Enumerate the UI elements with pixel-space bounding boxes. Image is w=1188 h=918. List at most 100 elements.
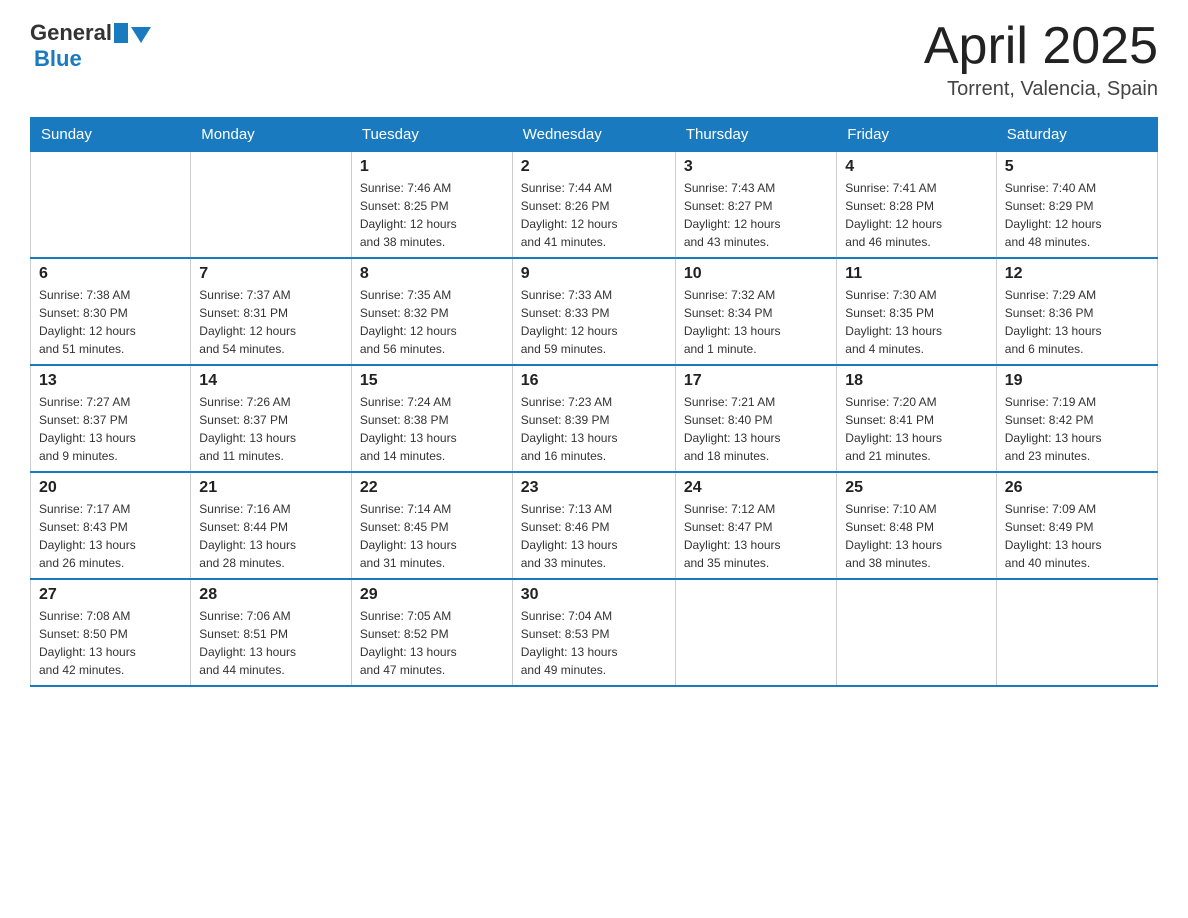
calendar-cell: 23 Sunrise: 7:13 AM Sunset: 8:46 PM Dayli… [512,472,675,579]
day-info: Sunrise: 7:40 AM Sunset: 8:29 PM Dayligh… [1005,179,1149,251]
day-number: 24 [684,479,828,497]
day-info: Sunrise: 7:08 AM Sunset: 8:50 PM Dayligh… [39,607,182,679]
day-number: 10 [684,265,828,283]
day-number: 12 [1005,265,1149,283]
calendar-cell [675,579,836,686]
calendar-cell: 27 Sunrise: 7:08 AM Sunset: 8:50 PM Dayli… [31,579,191,686]
day-number: 26 [1005,479,1149,497]
day-info: Sunrise: 7:44 AM Sunset: 8:26 PM Dayligh… [521,179,667,251]
day-info: Sunrise: 7:19 AM Sunset: 8:42 PM Dayligh… [1005,393,1149,465]
calendar-body: 1Sunrise: 7:46 AM Sunset: 8:25 PM Daylig… [31,152,1158,687]
calendar-cell: 14Sunrise: 7:26 AM Sunset: 8:37 PM Dayli… [191,365,352,472]
calendar-cell: 2 Sunrise: 7:44 AM Sunset: 8:26 PM Daylig… [512,152,675,259]
day-number: 18 [845,372,987,390]
day-number: 9 [521,265,667,283]
weekday-header-sunday: Sunday [31,118,191,152]
weekday-header-row: SundayMondayTuesdayWednesdayThursdayFrid… [31,118,1158,152]
day-info: Sunrise: 7:23 AM Sunset: 8:39 PM Dayligh… [521,393,667,465]
day-number: 28 [199,586,343,604]
day-number: 21 [199,479,343,497]
weekday-header-thursday: Thursday [675,118,836,152]
calendar-cell: 9 Sunrise: 7:33 AM Sunset: 8:33 PM Daylig… [512,258,675,365]
calendar-cell [837,579,996,686]
day-info: Sunrise: 7:21 AM Sunset: 8:40 PM Dayligh… [684,393,828,465]
day-number: 6 [39,265,182,283]
day-info: Sunrise: 7:41 AM Sunset: 8:28 PM Dayligh… [845,179,987,251]
calendar-table: SundayMondayTuesdayWednesdayThursdayFrid… [30,117,1158,687]
weekday-header-tuesday: Tuesday [351,118,512,152]
calendar-cell: 20 Sunrise: 7:17 AM Sunset: 8:43 PM Dayli… [31,472,191,579]
day-number: 19 [1005,372,1149,390]
day-number: 8 [360,265,504,283]
calendar-week-4: 20 Sunrise: 7:17 AM Sunset: 8:43 PM Dayli… [31,472,1158,579]
day-info: Sunrise: 7:30 AM Sunset: 8:35 PM Dayligh… [845,286,987,358]
day-number: 2 [521,158,667,176]
day-number: 5 [1005,158,1149,176]
calendar-cell: 11 Sunrise: 7:30 AM Sunset: 8:35 PM Dayli… [837,258,996,365]
day-number: 7 [199,265,343,283]
calendar-cell: 13 Sunrise: 7:27 AM Sunset: 8:37 PM Dayli… [31,365,191,472]
day-info: Sunrise: 7:32 AM Sunset: 8:34 PM Dayligh… [684,286,828,358]
calendar-cell: 24 Sunrise: 7:12 AM Sunset: 8:47 PM Dayli… [675,472,836,579]
logo-general-text: General [30,20,112,46]
day-info: Sunrise: 7:20 AM Sunset: 8:41 PM Dayligh… [845,393,987,465]
location-label: Torrent, Valencia, Spain [924,78,1158,101]
calendar-week-1: 1Sunrise: 7:46 AM Sunset: 8:25 PM Daylig… [31,152,1158,259]
calendar-cell [996,579,1157,686]
day-info: Sunrise: 7:12 AM Sunset: 8:47 PM Dayligh… [684,500,828,572]
calendar-cell: 17 Sunrise: 7:21 AM Sunset: 8:40 PM Dayli… [675,365,836,472]
logo: General Blue [30,20,151,72]
calendar-cell: 16 Sunrise: 7:23 AM Sunset: 8:39 PM Dayli… [512,365,675,472]
weekday-header-wednesday: Wednesday [512,118,675,152]
month-title: April 2025 [924,20,1158,72]
title-block: April 2025 Torrent, Valencia, Spain [924,20,1158,101]
day-number: 4 [845,158,987,176]
calendar-cell: 22 Sunrise: 7:14 AM Sunset: 8:45 PM Dayli… [351,472,512,579]
day-info: Sunrise: 7:35 AM Sunset: 8:32 PM Dayligh… [360,286,504,358]
weekday-header-monday: Monday [191,118,352,152]
calendar-cell: 26 Sunrise: 7:09 AM Sunset: 8:49 PM Dayli… [996,472,1157,579]
day-info: Sunrise: 7:24 AM Sunset: 8:38 PM Dayligh… [360,393,504,465]
day-info: Sunrise: 7:13 AM Sunset: 8:46 PM Dayligh… [521,500,667,572]
calendar-cell: 8 Sunrise: 7:35 AM Sunset: 8:32 PM Daylig… [351,258,512,365]
calendar-cell: 18 Sunrise: 7:20 AM Sunset: 8:41 PM Dayli… [837,365,996,472]
day-info: Sunrise: 7:16 AM Sunset: 8:44 PM Dayligh… [199,500,343,572]
page-header: General Blue April 2025 Torrent, Valenci… [30,20,1158,101]
day-info: Sunrise: 7:27 AM Sunset: 8:37 PM Dayligh… [39,393,182,465]
calendar-cell: 5 Sunrise: 7:40 AM Sunset: 8:29 PM Daylig… [996,152,1157,259]
day-number: 11 [845,265,987,283]
day-info: Sunrise: 7:37 AM Sunset: 8:31 PM Dayligh… [199,286,343,358]
day-info: Sunrise: 7:38 AM Sunset: 8:30 PM Dayligh… [39,286,182,358]
calendar-week-3: 13 Sunrise: 7:27 AM Sunset: 8:37 PM Dayli… [31,365,1158,472]
day-number: 29 [360,586,504,604]
day-number: 20 [39,479,182,497]
calendar-cell [31,152,191,259]
day-number: 15 [360,372,504,390]
day-number: 16 [521,372,667,390]
day-number: 27 [39,586,182,604]
day-info: Sunrise: 7:29 AM Sunset: 8:36 PM Dayligh… [1005,286,1149,358]
day-number: 22 [360,479,504,497]
day-info: Sunrise: 7:17 AM Sunset: 8:43 PM Dayligh… [39,500,182,572]
calendar-cell: 25 Sunrise: 7:10 AM Sunset: 8:48 PM Dayli… [837,472,996,579]
day-number: 17 [684,372,828,390]
calendar-cell: 3Sunrise: 7:43 AM Sunset: 8:27 PM Daylig… [675,152,836,259]
day-info: Sunrise: 7:10 AM Sunset: 8:48 PM Dayligh… [845,500,987,572]
calendar-cell: 28Sunrise: 7:06 AM Sunset: 8:51 PM Dayli… [191,579,352,686]
day-info: Sunrise: 7:46 AM Sunset: 8:25 PM Dayligh… [360,179,504,251]
calendar-cell: 6 Sunrise: 7:38 AM Sunset: 8:30 PM Daylig… [31,258,191,365]
calendar-header: SundayMondayTuesdayWednesdayThursdayFrid… [31,118,1158,152]
logo-blue-text: Blue [34,46,151,72]
calendar-week-2: 6 Sunrise: 7:38 AM Sunset: 8:30 PM Daylig… [31,258,1158,365]
day-number: 25 [845,479,987,497]
day-number: 3 [684,158,828,176]
calendar-cell: 1Sunrise: 7:46 AM Sunset: 8:25 PM Daylig… [351,152,512,259]
day-info: Sunrise: 7:09 AM Sunset: 8:49 PM Dayligh… [1005,500,1149,572]
day-number: 13 [39,372,182,390]
day-info: Sunrise: 7:33 AM Sunset: 8:33 PM Dayligh… [521,286,667,358]
day-number: 23 [521,479,667,497]
calendar-week-5: 27 Sunrise: 7:08 AM Sunset: 8:50 PM Dayli… [31,579,1158,686]
calendar-cell: 19 Sunrise: 7:19 AM Sunset: 8:42 PM Dayli… [996,365,1157,472]
day-info: Sunrise: 7:14 AM Sunset: 8:45 PM Dayligh… [360,500,504,572]
calendar-cell [191,152,352,259]
